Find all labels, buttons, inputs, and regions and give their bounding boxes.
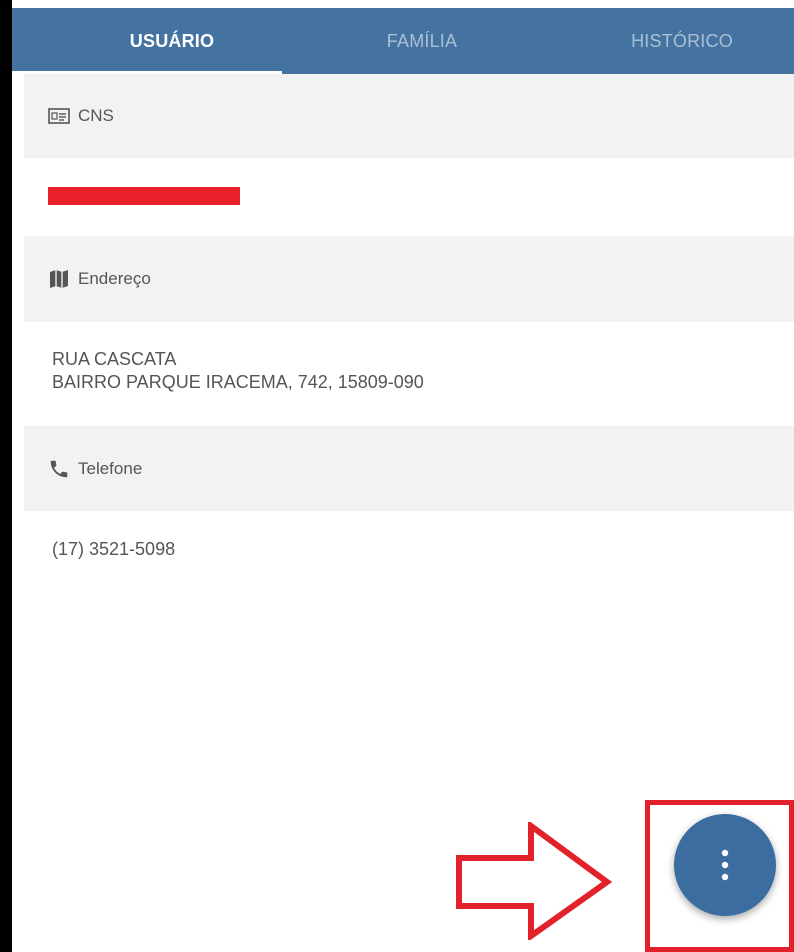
redacted-cns-value [48,187,240,205]
address-line-1: RUA CASCATA [52,349,177,369]
section-header-endereco: Endereço [24,236,794,322]
section-body-endereco: RUA CASCATA BAIRRO PARQUE IRACEMA, 742, … [24,322,794,426]
phone-icon [48,458,70,480]
section-header-cns: CNS [24,74,794,158]
address-line-2: BAIRRO PARQUE IRACEMA, 742, 15809-090 [52,372,424,392]
phone-number: (17) 3521-5098 [52,539,176,559]
map-icon [48,268,70,290]
more-vertical-icon [721,849,729,881]
tab-bar: USUÁRIO FAMÍLIA HISTÓRICO [12,8,794,74]
section-label-telefone: Telefone [78,458,143,478]
left-black-border [0,0,12,952]
tab-familia[interactable]: FAMÍLIA [322,8,522,74]
more-options-fab[interactable] [674,814,776,916]
tab-usuario[interactable]: USUÁRIO [72,8,272,74]
tab-historico[interactable]: HISTÓRICO [582,8,782,74]
section-label-cns: CNS [78,106,114,125]
top-strip [12,0,794,8]
section-label-endereco: Endereço [78,269,151,288]
id-card-icon [48,105,70,127]
section-header-telefone: Telefone [24,426,794,511]
annotation-arrow-icon [456,822,613,940]
